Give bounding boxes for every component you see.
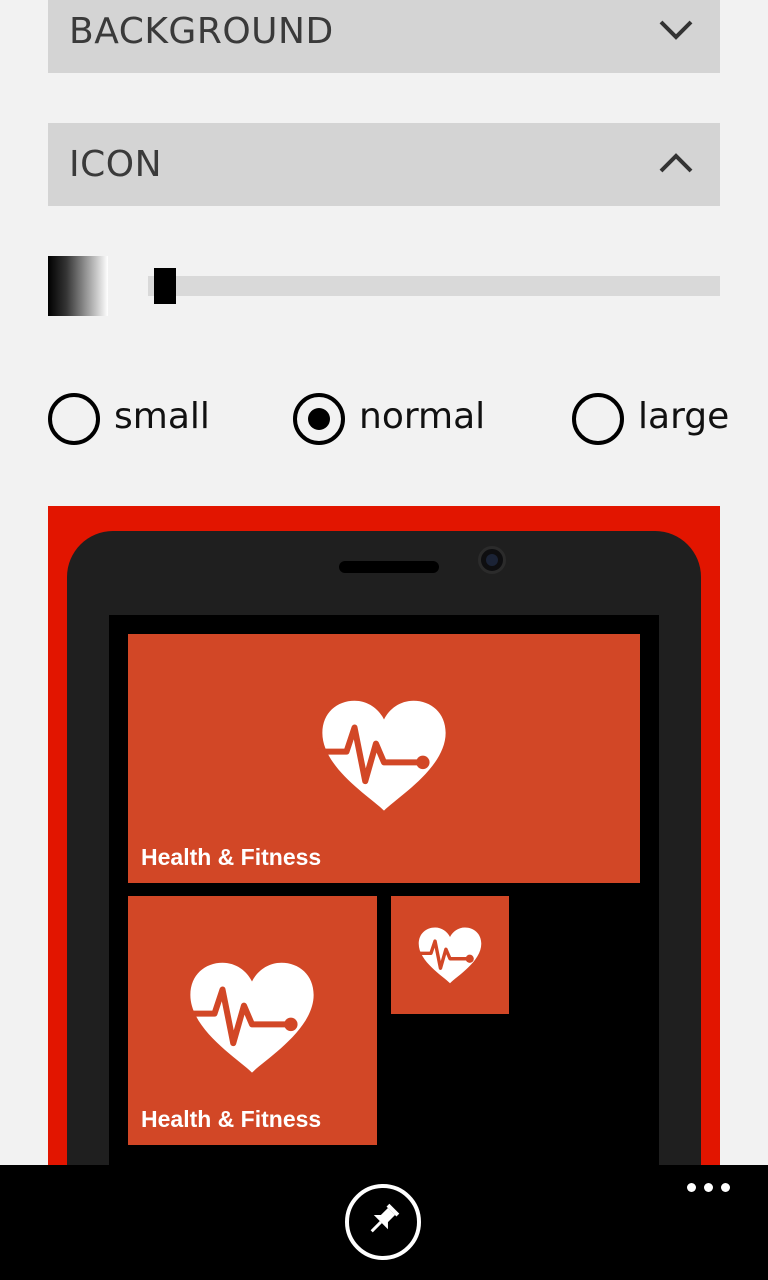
radio-selected-dot [308, 408, 330, 430]
tile-wide-label: Health & Fitness [141, 844, 322, 870]
opacity-slider-thumb[interactable] [153, 268, 176, 304]
pin-button[interactable] [345, 1184, 421, 1260]
pin-icon [363, 1200, 403, 1244]
tile-medium-label: Health & Fitness [141, 1106, 322, 1132]
background-section-header[interactable]: BACKGROUND [48, 0, 720, 73]
icon-section-header[interactable]: ICON [48, 123, 720, 206]
more-dot [721, 1183, 730, 1192]
size-radio-label: small [114, 395, 210, 437]
icon-section-label: ICON [69, 144, 163, 185]
tile-preview: Health & Fitness Health & Fitness [48, 506, 720, 1186]
chevron-up-icon [658, 152, 694, 178]
tile-small [391, 896, 509, 1014]
radio-circle [572, 393, 624, 445]
gradient-swatch [48, 256, 108, 316]
phone-frame: Health & Fitness Health & Fitness [67, 531, 701, 1186]
radio-circle [48, 393, 100, 445]
phone-speaker [339, 561, 439, 573]
more-dot [704, 1183, 713, 1192]
phone-screen: Health & Fitness Health & Fitness [109, 615, 659, 1186]
background-section-label: BACKGROUND [69, 11, 334, 52]
size-radio-label: large [638, 395, 730, 437]
more-dot [687, 1183, 696, 1192]
opacity-slider-track[interactable] [148, 276, 720, 296]
more-icon[interactable] [687, 1183, 730, 1192]
heart-pulse-icon [416, 926, 484, 988]
radio-circle [293, 393, 345, 445]
heart-pulse-icon [185, 960, 319, 1078]
size-radio-label: normal [359, 395, 486, 437]
application-bar [0, 1165, 768, 1280]
size-radio-small[interactable]: small [48, 393, 210, 445]
size-radio-large[interactable]: large [572, 393, 729, 445]
size-radio-normal[interactable]: normal [293, 393, 485, 445]
chevron-down-icon [658, 19, 694, 45]
tile-medium: Health & Fitness [128, 896, 377, 1145]
phone-camera [478, 546, 506, 574]
heart-pulse-icon [317, 698, 451, 816]
tile-wide: Health & Fitness [128, 634, 640, 883]
